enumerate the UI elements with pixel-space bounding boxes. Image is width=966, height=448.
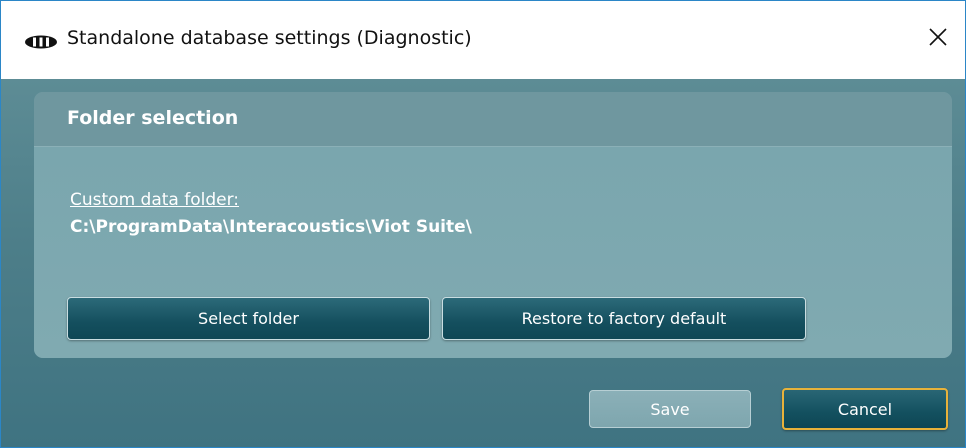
group-body: Custom data folder: C:\ProgramData\Inter… [34,147,952,358]
cancel-button[interactable]: Cancel [782,388,948,430]
folder-path: C:\ProgramData\Interacoustics\Viot Suite… [70,217,472,237]
select-folder-button[interactable]: Select folder [67,297,430,340]
group-title: Folder selection [67,107,239,129]
dialog-content: Folder selection Custom data folder: C:\… [1,79,965,447]
folder-selection-group: Folder selection Custom data folder: C:\… [34,92,952,358]
window-title: Standalone database settings (Diagnostic… [67,27,472,49]
close-icon [929,28,947,50]
save-button[interactable]: Save [589,390,751,428]
title-bar: Standalone database settings (Diagnostic… [1,1,965,79]
close-button[interactable] [919,20,957,58]
settings-dialog: Standalone database settings (Diagnostic… [0,0,966,448]
custom-data-folder-link[interactable]: Custom data folder: [70,190,239,210]
interacoustics-logo-icon [24,34,58,49]
group-header: Folder selection [34,92,952,147]
restore-factory-default-button[interactable]: Restore to factory default [442,297,806,340]
